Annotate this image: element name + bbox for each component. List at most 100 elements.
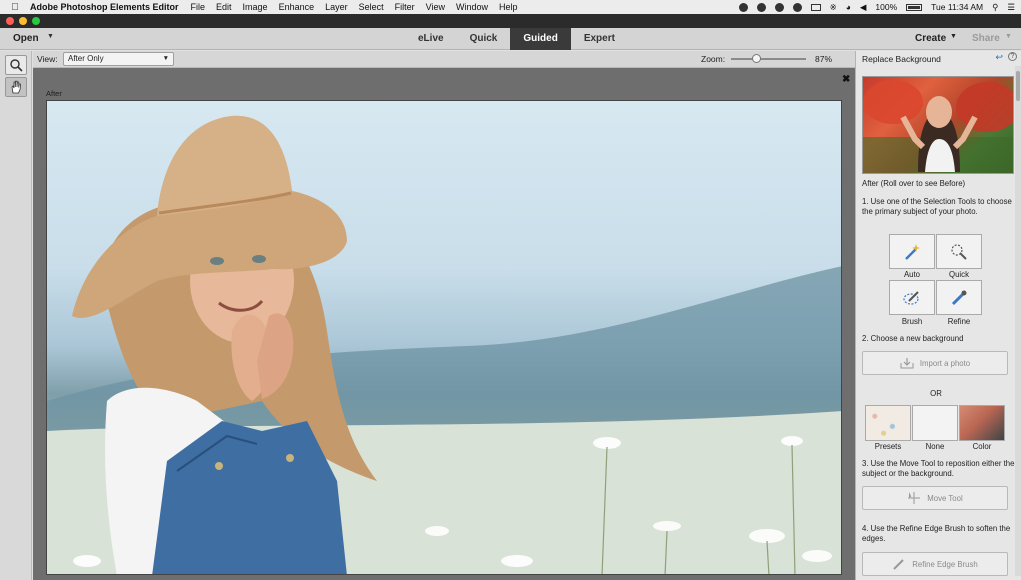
move-tool-icon xyxy=(908,492,921,504)
chevron-down-icon: ▼ xyxy=(162,55,169,62)
tab-guided[interactable]: Guided xyxy=(510,28,571,50)
close-window-button[interactable] xyxy=(6,17,14,25)
view-label: View: xyxy=(37,54,58,64)
share-dropdown-icon[interactable]: ▼ xyxy=(1005,33,1012,40)
refine-select-button[interactable] xyxy=(936,280,982,315)
preview-thumbnail[interactable] xyxy=(862,76,1014,174)
import-icon xyxy=(900,358,914,369)
app-name-menu[interactable]: Adobe Photoshop Elements Editor xyxy=(30,2,179,12)
quick-label: Quick xyxy=(949,270,969,279)
menu-enhance[interactable]: Enhance xyxy=(279,2,315,12)
panel-header-icons: ↩ ? xyxy=(995,52,1017,63)
menu-help[interactable]: Help xyxy=(499,2,518,12)
create-dropdown-icon[interactable]: ▼ xyxy=(950,33,957,40)
color-label: Color xyxy=(972,442,992,451)
info-icon[interactable] xyxy=(756,2,766,12)
after-view-label: After xyxy=(46,89,62,98)
preview-illustration xyxy=(863,80,1013,173)
step-1-text: 1. Use one of the Selection Tools to cho… xyxy=(862,197,1012,216)
refine-selection-icon xyxy=(951,290,967,305)
creative-cloud-icon[interactable] xyxy=(738,2,748,12)
menu-select[interactable]: Select xyxy=(359,2,384,12)
move-tool-label: Move Tool xyxy=(927,493,963,503)
menu-image[interactable]: Image xyxy=(243,2,268,12)
menu-view[interactable]: View xyxy=(426,2,445,12)
tool-options-bar: View: After Only ▼ Zoom: 87% xyxy=(33,51,855,68)
auto-label: Auto xyxy=(903,270,921,279)
quick-selection-icon xyxy=(951,243,967,260)
reset-icon[interactable]: ↩ xyxy=(995,52,1003,63)
hand-tool-button[interactable] xyxy=(5,77,27,97)
photo-girl-with-hat[interactable] xyxy=(46,100,842,575)
menu-file[interactable]: File xyxy=(191,2,206,12)
panel-scrollbar-thumb[interactable] xyxy=(1016,71,1020,101)
none-label: None xyxy=(925,442,945,451)
hand-icon xyxy=(11,80,21,94)
dropbox-icon[interactable] xyxy=(774,2,784,12)
preview-caption: After (Roll over to see Before) xyxy=(862,179,966,188)
help-icon[interactable]: ? xyxy=(1008,52,1017,61)
refine-edge-brush-button[interactable]: Refine Edge Brush xyxy=(862,552,1008,576)
tools-toolbar xyxy=(0,51,32,580)
quick-select-button[interactable] xyxy=(936,234,982,269)
step-2-text: 2. Choose a new background xyxy=(862,334,964,343)
open-dropdown-icon[interactable]: ▼ xyxy=(47,33,54,40)
image-canvas-area: After ✖ xyxy=(33,68,855,580)
tab-quick[interactable]: Quick xyxy=(457,28,511,50)
bluetooth-icon[interactable]: ※ xyxy=(830,2,837,13)
zoom-icon xyxy=(10,59,23,72)
selection-brush-icon xyxy=(903,290,919,305)
refine-edge-brush-icon xyxy=(893,559,904,570)
app-top-bar: Open ▼ eLive Quick Guided Expert Create … xyxy=(0,28,1021,50)
zoom-tool-button[interactable] xyxy=(5,55,27,75)
notification-center-icon[interactable]: ☰ xyxy=(1007,2,1015,13)
or-separator: OR xyxy=(930,389,942,398)
none-swatch[interactable] xyxy=(912,405,958,441)
brush-label: Brush xyxy=(901,317,923,326)
zoom-value: 87% xyxy=(815,54,833,64)
import-photo-button[interactable]: Import a photo xyxy=(862,351,1008,375)
view-select-value: After Only xyxy=(68,54,104,63)
wifi-icon[interactable]: ◕ xyxy=(846,2,851,12)
brush-select-button[interactable] xyxy=(889,280,935,315)
color-swatch[interactable] xyxy=(959,405,1005,441)
zoom-window-button[interactable] xyxy=(32,17,40,25)
photo-illustration xyxy=(47,115,841,574)
share-button[interactable]: Share xyxy=(972,33,1000,44)
import-photo-label: Import a photo xyxy=(919,358,971,368)
step-4-text: 4. Use the Refine Edge Brush to soften t… xyxy=(862,524,1011,543)
presets-swatch[interactable] xyxy=(865,405,911,441)
battery-percent: 100% xyxy=(875,2,898,12)
menu-filter[interactable]: Filter xyxy=(395,2,415,12)
minimize-window-button[interactable] xyxy=(19,17,27,25)
refine-edge-brush-label: Refine Edge Brush xyxy=(912,559,978,569)
close-icon[interactable]: ✖ xyxy=(842,74,850,85)
menu-edit[interactable]: Edit xyxy=(216,2,232,12)
battery-icon[interactable] xyxy=(906,3,923,11)
airplay-icon[interactable] xyxy=(810,3,821,11)
create-button[interactable]: Create xyxy=(915,33,946,44)
tab-expert[interactable]: Expert xyxy=(571,28,628,50)
apple-menu-icon[interactable]:  xyxy=(0,2,30,13)
clock[interactable]: Tue 11:34 AM xyxy=(931,2,983,12)
presets-label: Presets xyxy=(874,442,902,451)
zoom-slider-thumb[interactable] xyxy=(752,54,761,63)
auto-select-button[interactable] xyxy=(889,234,935,269)
refine-label: Refine xyxy=(947,317,971,326)
tab-elive[interactable]: eLive xyxy=(405,28,457,50)
zoom-label: Zoom: xyxy=(701,54,726,64)
spotlight-search-icon[interactable]: ⚲ xyxy=(992,2,998,13)
zoom-slider-track[interactable] xyxy=(731,58,806,60)
panel-scrollbar[interactable] xyxy=(1015,66,1021,576)
view-select[interactable]: After Only ▼ xyxy=(63,52,174,66)
guided-edit-panel: Replace Background ↩ ? After (Roll over … xyxy=(855,51,1021,580)
status-tray: ※ ◕ ◀ 100% Tue 11:34 AM ⚲ ☰ xyxy=(738,0,1015,14)
cloud-icon[interactable] xyxy=(792,2,802,12)
magic-wand-icon xyxy=(905,243,920,260)
menu-layer[interactable]: Layer xyxy=(325,2,348,12)
menu-window[interactable]: Window xyxy=(456,2,488,12)
open-button[interactable]: Open xyxy=(13,33,39,44)
window-titlebar xyxy=(0,14,1021,28)
volume-icon[interactable]: ◀ xyxy=(860,2,867,13)
move-tool-button[interactable]: Move Tool xyxy=(862,486,1008,510)
